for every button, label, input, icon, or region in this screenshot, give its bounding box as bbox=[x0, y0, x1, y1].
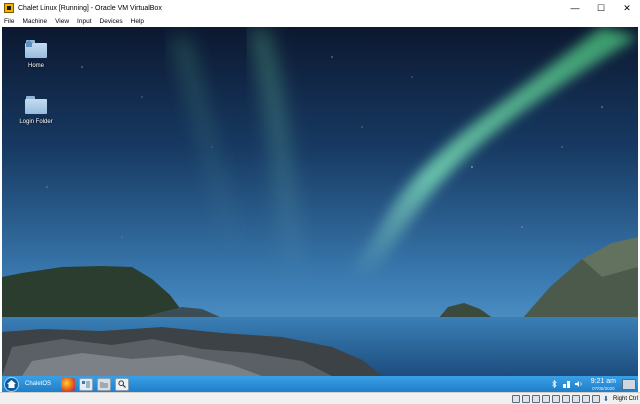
menu-machine[interactable]: Machine bbox=[22, 18, 47, 25]
maximize-button[interactable]: ☐ bbox=[588, 0, 614, 16]
menu-devices[interactable]: Devices bbox=[100, 18, 123, 25]
virtualbox-app-icon bbox=[4, 3, 14, 13]
menu-view[interactable]: View bbox=[55, 18, 69, 25]
guest-taskbar: ChaletOS 9:21 am 07/05/2020 bbox=[2, 376, 638, 392]
bluetooth-icon[interactable] bbox=[551, 380, 559, 389]
guest-desktop[interactable]: Home Login Folder bbox=[2, 27, 638, 376]
search-icon[interactable] bbox=[115, 377, 130, 391]
audio-icon[interactable] bbox=[531, 395, 540, 403]
volume-icon[interactable] bbox=[574, 380, 583, 389]
menu-file[interactable]: File bbox=[4, 18, 14, 25]
show-desktop-button[interactable] bbox=[622, 378, 636, 390]
start-menu-button[interactable] bbox=[4, 376, 19, 392]
os-label: ChaletOS bbox=[25, 381, 52, 387]
hard-disk-icon[interactable] bbox=[511, 395, 520, 403]
menu-help[interactable]: Help bbox=[131, 18, 144, 25]
vm-statusbar: ⬇ Right Ctrl bbox=[0, 392, 640, 404]
files-icon[interactable] bbox=[97, 377, 112, 391]
home-icon bbox=[7, 380, 16, 388]
close-button[interactable]: ✕ bbox=[614, 0, 640, 16]
keyboard-capture-icon[interactable]: ⬇ bbox=[602, 395, 610, 403]
network-icon[interactable] bbox=[562, 380, 571, 389]
desktop-icon-label: Login Folder bbox=[19, 119, 53, 125]
system-tray: 9:21 am 07/05/2020 bbox=[551, 376, 638, 392]
taskbar-clock[interactable]: 9:21 am 07/05/2020 bbox=[591, 378, 616, 391]
minimize-button[interactable]: — bbox=[562, 0, 588, 16]
optical-drive-icon[interactable] bbox=[521, 395, 530, 403]
firefox-icon[interactable] bbox=[61, 377, 76, 391]
home-folder-icon bbox=[25, 40, 47, 58]
display-icon[interactable] bbox=[571, 395, 580, 403]
clock-time: 9:21 am bbox=[590, 377, 616, 385]
menubar: File Machine View Input Devices Help bbox=[0, 16, 640, 27]
mouse-integration-icon[interactable] bbox=[591, 395, 600, 403]
network-adapter-icon[interactable] bbox=[541, 395, 550, 403]
host-key-label: Right Ctrl bbox=[612, 396, 638, 402]
desktop-icon-login-folder[interactable]: Login Folder bbox=[13, 96, 59, 125]
desktop-wallpaper bbox=[2, 27, 638, 376]
desktop-icon-label: Home bbox=[27, 63, 44, 69]
file-manager-icon[interactable] bbox=[79, 377, 94, 391]
desktop-icon-home[interactable]: Home bbox=[13, 40, 59, 69]
recording-icon[interactable] bbox=[581, 395, 590, 403]
vm-status-icons: ⬇ Right Ctrl bbox=[511, 394, 638, 404]
shared-folders-icon[interactable] bbox=[561, 395, 570, 403]
window-controls: — ☐ ✕ bbox=[562, 0, 640, 16]
menu-input[interactable]: Input bbox=[77, 18, 91, 25]
folder-icon bbox=[25, 96, 47, 114]
window-titlebar[interactable]: Chalet Linux [Running] - Oracle VM Virtu… bbox=[0, 0, 640, 16]
usb-icon[interactable] bbox=[551, 395, 560, 403]
window-title: Chalet Linux [Running] - Oracle VM Virtu… bbox=[18, 4, 162, 12]
clock-date: 07/05/2020 bbox=[592, 385, 615, 391]
